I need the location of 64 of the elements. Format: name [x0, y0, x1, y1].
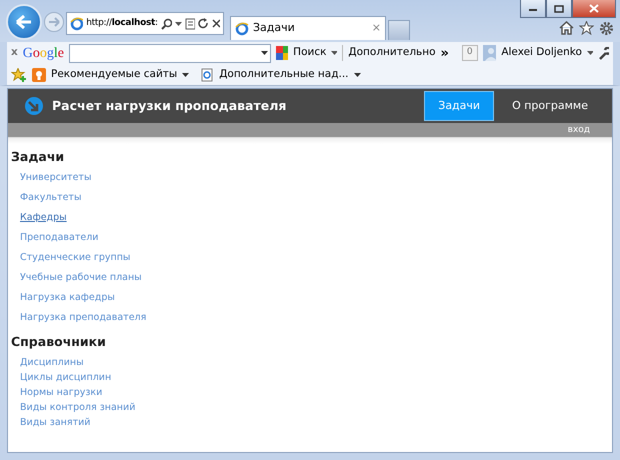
- maximize-button[interactable]: [546, 0, 572, 18]
- refresh-icon[interactable]: [198, 18, 208, 29]
- caret-icon[interactable]: [586, 51, 593, 55]
- menu-link[interactable]: Нормы нагрузки: [20, 386, 102, 400]
- app-logo-icon: [24, 96, 44, 116]
- wrench-icon[interactable]: [598, 46, 609, 60]
- page-icon: [200, 68, 214, 82]
- more-chevron[interactable]: »: [440, 46, 449, 60]
- address-text: http://localhost:: [86, 16, 158, 30]
- address-bar[interactable]: http://localhost:: [66, 12, 224, 35]
- toolbar-close-button[interactable]: x: [11, 45, 18, 61]
- favorites-star-icon[interactable]: [11, 68, 27, 82]
- menu-link[interactable]: Виды контроля знаний: [20, 400, 136, 414]
- google-search-icon: [276, 46, 288, 60]
- search-icon[interactable]: [160, 18, 172, 30]
- close-button[interactable]: [572, 0, 616, 18]
- tab-close-button[interactable]: ×: [372, 20, 381, 37]
- compatibility-icon[interactable]: [184, 18, 196, 30]
- search-field[interactable]: [69, 44, 272, 62]
- login-link[interactable]: вход: [568, 123, 590, 137]
- google-logo: Google: [22, 44, 64, 62]
- notification-counter[interactable]: 0: [462, 45, 478, 61]
- back-button[interactable]: [6, 4, 42, 40]
- caret-icon[interactable]: [175, 22, 182, 26]
- caret-icon[interactable]: [331, 51, 338, 55]
- nav-link[interactable]: Задачи: [424, 90, 494, 122]
- star-icon[interactable]: [579, 21, 594, 35]
- home-icon[interactable]: [559, 21, 574, 35]
- menu-link[interactable]: Дисциплины: [20, 356, 84, 370]
- browser-tab[interactable]: Задачи ×: [230, 16, 386, 40]
- maximize-icon: [554, 4, 564, 12]
- caret-icon[interactable]: [354, 72, 361, 76]
- menu-link[interactable]: Студенческие группы: [20, 250, 130, 265]
- menu-link[interactable]: Факультеты: [20, 190, 82, 205]
- menu-link[interactable]: Виды занятий: [20, 416, 90, 430]
- caret-icon[interactable]: [182, 72, 190, 76]
- menu-link[interactable]: Учебные рабочие планы: [20, 270, 142, 285]
- tab-title: Задачи: [253, 20, 295, 36]
- browser-logo-icon: [235, 22, 249, 36]
- menu-link[interactable]: Нагрузка преподавателя: [20, 310, 146, 325]
- menu-link[interactable]: Нагрузка кафедры: [20, 290, 115, 305]
- back-arrow-icon: [15, 14, 33, 30]
- settings-icon[interactable]: [599, 21, 614, 36]
- menu-link[interactable]: Университеты: [20, 170, 92, 185]
- avatar-icon: [482, 45, 496, 61]
- menu-link[interactable]: Циклы дисциплин: [20, 370, 112, 384]
- stop-icon[interactable]: [212, 19, 220, 28]
- minimize-button[interactable]: [520, 0, 546, 18]
- menu-link[interactable]: Кафедры: [20, 210, 67, 225]
- section-heading: Справочники: [11, 332, 107, 351]
- section-heading: Задачи: [11, 148, 66, 166]
- search-button[interactable]: Поиск: [293, 45, 326, 61]
- user-menu[interactable]: Alexei Doljenko: [501, 45, 582, 61]
- more-button[interactable]: Дополнительно: [342, 45, 436, 61]
- menu-link[interactable]: Преподаватели: [20, 230, 98, 245]
- close-icon: [589, 4, 599, 13]
- forward-arrow-icon: [48, 17, 60, 27]
- favorites-link[interactable]: Рекомендуемые сайты: [51, 66, 178, 82]
- favorites-link[interactable]: Дополнительные над...: [219, 66, 349, 82]
- lightbulb-icon: [32, 68, 46, 82]
- browser-logo-icon: [70, 16, 84, 30]
- app-title: Расчет нагрузки проподавателя: [52, 96, 286, 115]
- nav-link[interactable]: О программе: [498, 90, 602, 122]
- caret-icon: [261, 51, 268, 55]
